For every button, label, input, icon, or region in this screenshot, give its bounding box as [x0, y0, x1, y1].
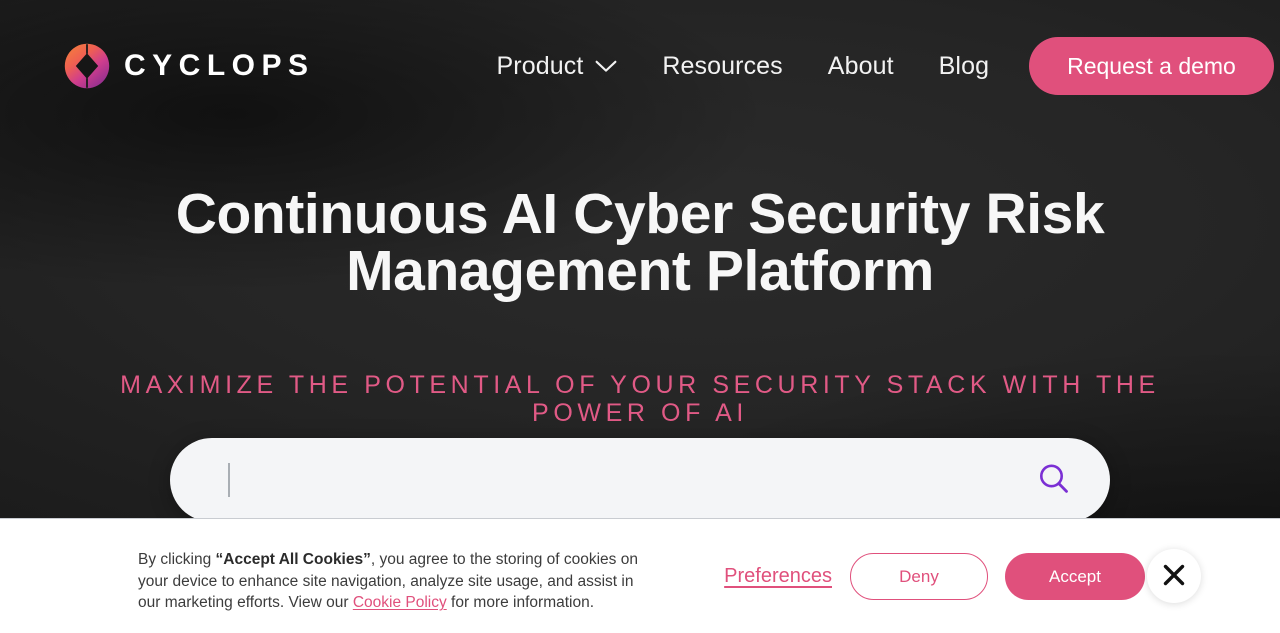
nav-item-label: Product	[496, 51, 584, 80]
cookie-text-bold: “Accept All Cookies”	[215, 551, 371, 568]
close-icon	[1161, 562, 1187, 591]
deny-button[interactable]: Deny	[850, 553, 988, 600]
nav-item-label: About	[827, 51, 894, 80]
brand-logo[interactable]: CYCLOPS	[64, 43, 315, 89]
nav-item-resources[interactable]: Resources	[662, 52, 782, 81]
main-navigation: Product Resources About Blog	[497, 52, 990, 81]
cookie-policy-link[interactable]: Cookie Policy	[353, 594, 447, 611]
search-icon	[1036, 461, 1072, 500]
cyclops-logo-icon	[64, 43, 110, 89]
page-root: CYCLOPS Product Resources About Blog Req…	[0, 0, 1280, 633]
preferences-link[interactable]: Preferences	[724, 565, 832, 588]
cookie-consent-banner: By clicking “Accept All Cookies”, you ag…	[0, 518, 1280, 633]
search-bar[interactable]	[170, 438, 1110, 522]
hero-section: Continuous AI Cyber Security Risk Manage…	[0, 132, 1280, 427]
nav-item-about[interactable]: About	[828, 52, 894, 81]
chevron-down-icon	[595, 60, 617, 73]
cookie-text-part1: By clicking	[138, 551, 216, 568]
page-title: Continuous AI Cyber Security Risk Manage…	[175, 182, 1105, 303]
nav-item-blog[interactable]: Blog	[939, 52, 989, 81]
brand-name: CYCLOPS	[124, 49, 315, 82]
cookie-banner-actions: Preferences Deny Accept	[724, 519, 1145, 633]
cookie-banner-text: By clicking “Accept All Cookies”, you ag…	[138, 549, 650, 614]
search-input[interactable]	[234, 460, 1032, 500]
cookie-text-part3: for more information.	[446, 594, 595, 611]
accept-button[interactable]: Accept	[1005, 553, 1145, 600]
search-button[interactable]	[1032, 458, 1076, 502]
close-banner-button[interactable]	[1147, 549, 1201, 603]
nav-item-label: Resources	[662, 51, 783, 80]
hero-subtitle: MAXIMIZE THE POTENTIAL OF YOUR SECURITY …	[120, 371, 1160, 427]
nav-item-label: Blog	[938, 51, 990, 80]
request-demo-button[interactable]: Request a demo	[1029, 37, 1274, 95]
search-text-cursor	[228, 463, 230, 497]
site-header: CYCLOPS Product Resources About Blog Req…	[0, 0, 1280, 132]
nav-item-product[interactable]: Product	[497, 52, 618, 81]
hero-search	[170, 438, 1110, 522]
